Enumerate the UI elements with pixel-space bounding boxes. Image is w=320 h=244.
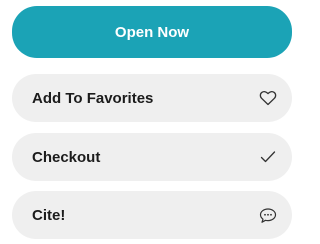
checkout-label: Checkout [32, 148, 101, 166]
cite-label: Cite! [32, 206, 66, 224]
heart-icon [258, 88, 278, 108]
cite-button[interactable]: Cite! [12, 191, 292, 239]
open-now-label: Open Now [114, 23, 190, 41]
action-panel: Open Now Add To Favorites Checkout Cite! [0, 0, 292, 244]
open-now-button[interactable]: Open Now [12, 6, 292, 58]
checkout-button[interactable]: Checkout [12, 133, 292, 181]
add-to-favorites-label: Add To Favorites [32, 89, 154, 107]
speech-bubble-icon [258, 205, 278, 225]
checkmark-icon [258, 147, 278, 167]
add-to-favorites-button[interactable]: Add To Favorites [12, 74, 292, 122]
